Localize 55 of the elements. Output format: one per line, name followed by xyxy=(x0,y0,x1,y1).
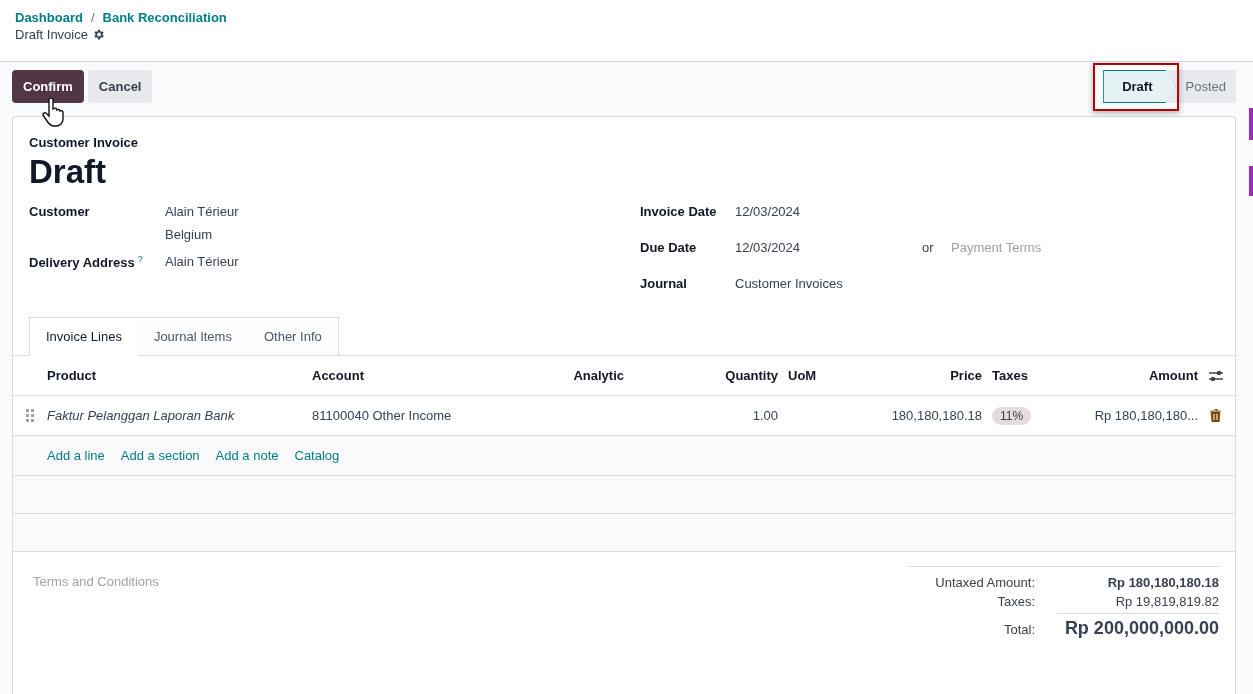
table-cell: Rp 180,180,180... xyxy=(1094,408,1198,424)
drag-handle-icon[interactable] xyxy=(25,409,35,423)
table-cell: Faktur Pelanggan Laporan Bank xyxy=(47,408,235,424)
trash-icon[interactable] xyxy=(1210,409,1221,423)
add-link[interactable]: Catalog xyxy=(294,448,340,464)
table-cell: 1.00 xyxy=(752,408,778,424)
field-value[interactable]: 12/03/2024 xyxy=(735,204,801,220)
total-label: Untaxed Amount: xyxy=(934,575,1035,591)
field-label: Delivery Address $^{?}$ xyxy=(29,254,144,271)
status-stage[interactable]: Draft xyxy=(1103,70,1176,103)
gear-icon[interactable] xyxy=(92,28,105,41)
record-title: Draft Invoice xyxy=(15,27,88,42)
breadcrumb-link[interactable]: Bank Reconciliation xyxy=(102,10,227,25)
field-label: Due Date xyxy=(640,240,698,256)
table-cell: 180,180,180.18 xyxy=(891,408,982,424)
cancel-button[interactable]: Cancel xyxy=(87,70,153,103)
column-header[interactable]: Quantity xyxy=(725,368,778,384)
field-label: Invoice Date xyxy=(640,204,718,220)
field-value[interactable]: Customer Invoices xyxy=(735,276,843,292)
table-cell: 81100040 Other Income xyxy=(312,408,452,424)
document-type-label: Customer Invoice xyxy=(29,135,140,150)
column-header[interactable]: Analytic xyxy=(573,368,624,384)
column-header[interactable]: Price xyxy=(950,368,982,384)
tab[interactable]: Journal Items xyxy=(137,317,249,357)
breadcrumb-link[interactable]: Dashboard xyxy=(15,10,83,25)
field-label: Journal xyxy=(640,276,688,292)
status-stage[interactable]: Posted xyxy=(1175,70,1236,103)
invoice-title: Draft xyxy=(29,154,107,191)
total-value: Rp 200,000,000.00 xyxy=(1057,613,1219,640)
column-header[interactable]: UoM xyxy=(778,368,817,384)
side-edge-marker xyxy=(1249,108,1253,140)
field-value[interactable]: Alain Térieur xyxy=(165,204,640,220)
add-link[interactable]: Add a section xyxy=(120,448,200,464)
total-value: Rp 19,819,819.82 xyxy=(1114,594,1219,610)
add-link[interactable]: Add a line xyxy=(47,448,105,464)
field-label: Customer xyxy=(29,204,91,222)
total-label: Taxes: xyxy=(996,594,1035,610)
or-text: or xyxy=(922,240,935,256)
field-value[interactable]: Alain Térieur xyxy=(165,254,640,270)
tax-tag: 11% xyxy=(992,406,1032,425)
tab[interactable]: Invoice Lines xyxy=(29,317,139,357)
add-link[interactable]: Add a note xyxy=(215,448,279,464)
sliders-icon[interactable] xyxy=(1208,368,1224,383)
field-value[interactable]: Belgium xyxy=(165,227,640,243)
column-header[interactable]: Amount xyxy=(1148,368,1198,384)
side-edge-marker xyxy=(1249,166,1253,196)
total-value: Rp 180,180,180.18 xyxy=(1106,575,1219,591)
breadcrumb-separator: / xyxy=(90,10,95,25)
tab[interactable]: Other Info xyxy=(247,317,339,357)
total-label: Total: xyxy=(1002,620,1035,637)
column-header[interactable]: Account xyxy=(312,368,364,384)
column-header[interactable]: Product xyxy=(47,368,97,384)
confirm-button[interactable]: Confirm xyxy=(12,70,84,103)
field-value[interactable]: 12/03/2024 xyxy=(735,240,801,256)
column-header[interactable]: Taxes xyxy=(982,368,1028,384)
